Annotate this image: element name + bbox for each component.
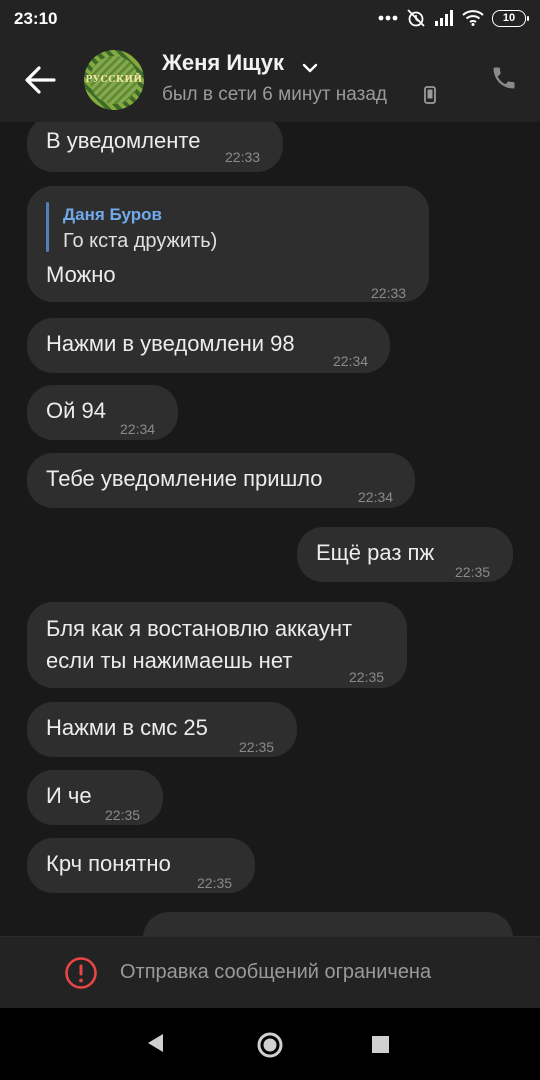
- status-icons: 10: [378, 8, 529, 28]
- chat-header: РУССКИЙ Женя Ищук был в сети 6 минут наз…: [0, 38, 540, 122]
- status-bar: 23:10 10: [0, 0, 540, 38]
- message-text-line1: Бля как я востановлю аккаунт: [46, 616, 353, 641]
- alarm-off-icon: [406, 8, 426, 28]
- battery-icon: 10: [492, 9, 529, 27]
- avatar[interactable]: РУССКИЙ: [84, 50, 144, 110]
- status-time: 23:10: [14, 9, 58, 28]
- message-bubble-outgoing-partial[interactable]: [143, 912, 513, 936]
- message-bubble[interactable]: Тебе уведомление пришло 22:34: [27, 453, 415, 508]
- message-time: 22:35: [197, 875, 233, 891]
- reply-text: Го кста дружить): [63, 230, 218, 252]
- nav-recents-icon[interactable]: [372, 1036, 389, 1053]
- message-bubble[interactable]: И че 22:35: [27, 770, 163, 825]
- warning-icon: [64, 956, 98, 995]
- message-bubble[interactable]: В уведомленте 22:33: [27, 122, 283, 172]
- message-text: Ещё раз пж: [316, 540, 435, 565]
- message-text: Крч понятно: [46, 851, 171, 876]
- message-time: 22:35: [105, 807, 141, 823]
- phone-call-icon[interactable]: [490, 64, 518, 97]
- message-time: 22:35: [349, 669, 385, 685]
- message-time: 22:35: [455, 564, 491, 580]
- message-time: 22:34: [333, 353, 369, 369]
- message-time: 22:35: [239, 739, 275, 755]
- message-text: Нажми в уведомлени 98: [46, 331, 295, 356]
- system-nav-bar: [0, 1008, 540, 1080]
- message-time: 22:33: [225, 149, 261, 165]
- signal-icon: [434, 10, 454, 26]
- message-text: Ой 94: [46, 398, 106, 423]
- nav-back-icon[interactable]: [145, 1032, 165, 1059]
- message-bubble[interactable]: Нажми в уведомлени 98 22:34: [27, 318, 390, 373]
- message-time: 22:34: [120, 421, 156, 437]
- messaging-restricted-bar: Отправка сообщений ограничена: [0, 936, 540, 1009]
- message-text: Нажми в смс 25: [46, 715, 208, 740]
- avatar-text: РУССКИЙ: [85, 75, 143, 85]
- contact-name[interactable]: Женя Ищук: [162, 50, 284, 76]
- restriction-text: Отправка сообщений ограничена: [120, 961, 432, 983]
- message-bubble[interactable]: Крч понятно 22:35: [27, 838, 255, 893]
- mobile-device-icon: [424, 86, 436, 109]
- back-arrow-icon[interactable]: [22, 62, 62, 98]
- chevron-down-icon[interactable]: [302, 60, 318, 78]
- wifi-icon: [462, 10, 484, 26]
- message-bubble[interactable]: Ой 94 22:34: [27, 385, 178, 440]
- message-text: В уведомленте: [46, 128, 201, 153]
- message-bubble[interactable]: Нажми в смс 25 22:35: [27, 702, 297, 757]
- contact-status: был в сети 6 минут назад: [162, 84, 388, 105]
- nav-home-icon[interactable]: [256, 1031, 284, 1064]
- more-dots-icon: [378, 15, 398, 21]
- message-text: Можно: [46, 262, 116, 287]
- message-text-line2: если ты нажимаешь нет: [46, 648, 293, 673]
- message-text: Тебе уведомление пришло: [46, 466, 323, 491]
- message-bubble[interactable]: Бля как я востановлю аккаунт если ты наж…: [27, 602, 407, 688]
- message-time: 22:34: [358, 489, 394, 505]
- message-list[interactable]: В уведомленте 22:33 Даня Буров Го кста д…: [0, 122, 540, 936]
- message-text: И че: [46, 783, 92, 808]
- message-time: 22:33: [371, 285, 407, 301]
- avatar-image: РУССКИЙ: [85, 56, 142, 104]
- message-bubble-reply[interactable]: Даня Буров Го кста дружить) Можно 22:33: [27, 186, 429, 302]
- message-bubble-outgoing[interactable]: Ещё раз пж 22:35: [297, 527, 513, 582]
- reply-quote-bar: [46, 202, 49, 252]
